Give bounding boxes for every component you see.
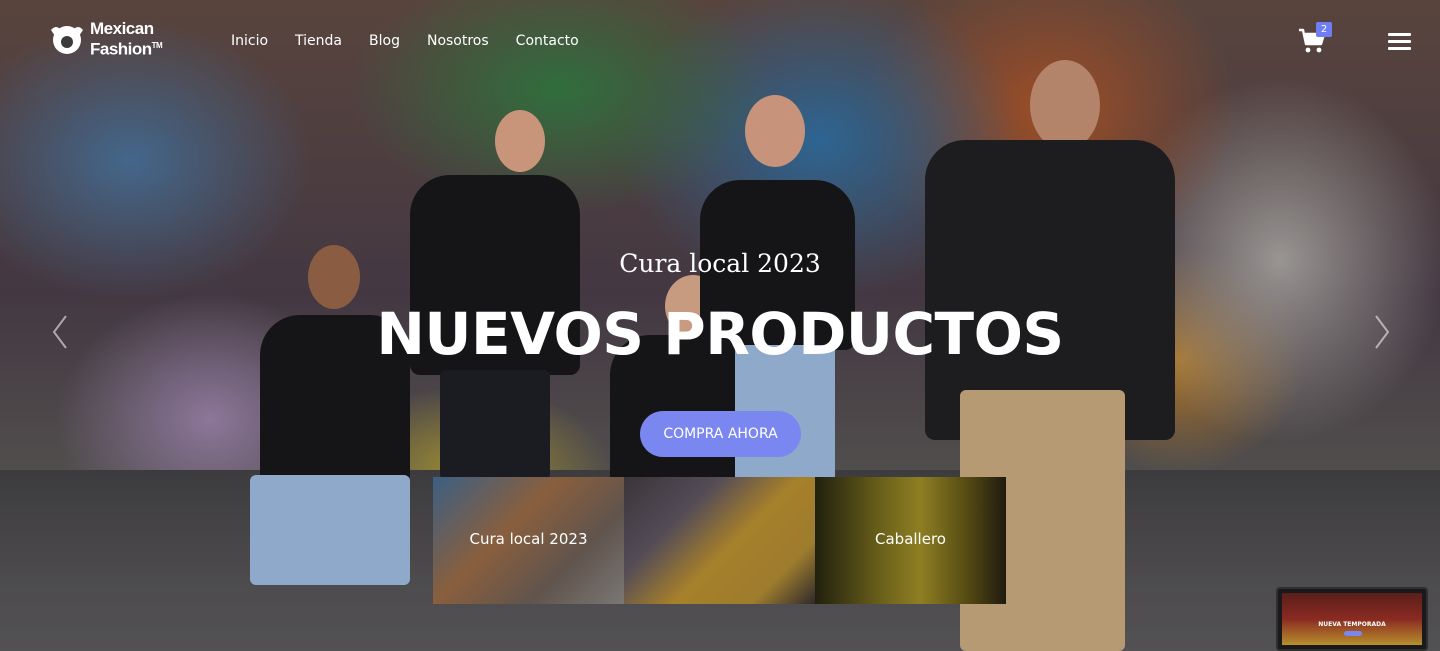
shop-now-button[interactable]: COMPRA AHORA bbox=[640, 411, 801, 457]
category-tile-baja-cali[interactable] bbox=[624, 477, 815, 604]
brand-wordmark: Mexican FashionTM bbox=[90, 19, 163, 59]
category-tiles: Cura local 2023 Caballero bbox=[433, 477, 1006, 604]
site-preview-thumbnail[interactable]: NUEVA TEMPORADA bbox=[1276, 587, 1428, 651]
hero-title: NUEVOS PRODUCTOS bbox=[376, 300, 1064, 368]
category-tile-caballero[interactable]: Caballero bbox=[815, 477, 1006, 604]
top-navigation: Mexican FashionTM Inicio Tienda Blog Nos… bbox=[0, 0, 1440, 84]
nav-item-contacto[interactable]: Contacto bbox=[516, 33, 579, 49]
cart-count-badge: 2 bbox=[1316, 22, 1332, 37]
nav-item-tienda[interactable]: Tienda bbox=[295, 33, 342, 49]
nav-item-inicio[interactable]: Inicio bbox=[231, 33, 268, 49]
nav-item-blog[interactable]: Blog bbox=[369, 33, 400, 49]
preview-image bbox=[1282, 593, 1422, 645]
preview-label: NUEVA TEMPORADA bbox=[1318, 621, 1386, 628]
chevron-right-icon[interactable] bbox=[1372, 312, 1392, 352]
main-menu: Inicio Tienda Blog Nosotros Contacto bbox=[231, 33, 579, 49]
brand-logo[interactable]: Mexican FashionTM bbox=[48, 19, 163, 59]
trademark: TM bbox=[151, 41, 163, 51]
hero-subtitle: Cura local 2023 bbox=[619, 249, 821, 278]
person-seated-left bbox=[240, 225, 420, 651]
hamburger-menu-icon[interactable] bbox=[1388, 33, 1411, 50]
logo-mark-icon bbox=[51, 26, 83, 54]
person-standing-woman-1 bbox=[400, 90, 580, 480]
category-tile-cura-local[interactable]: Cura local 2023 bbox=[433, 477, 624, 604]
category-tile-label: Caballero bbox=[875, 530, 946, 548]
preview-button bbox=[1344, 631, 1362, 636]
nav-item-nosotros[interactable]: Nosotros bbox=[427, 33, 489, 49]
brand-line-2: FashionTM bbox=[90, 39, 163, 59]
chevron-left-icon[interactable] bbox=[50, 312, 70, 352]
brand-line-1: Mexican bbox=[90, 19, 154, 39]
category-tile-label: Cura local 2023 bbox=[469, 530, 588, 548]
